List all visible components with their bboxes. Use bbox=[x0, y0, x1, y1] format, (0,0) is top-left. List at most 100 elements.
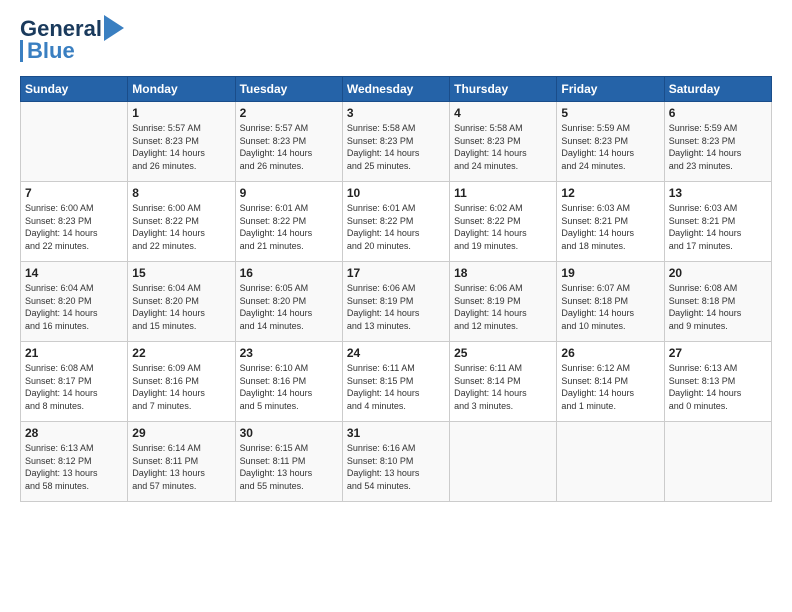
day-info: Sunrise: 6:05 AM Sunset: 8:20 PM Dayligh… bbox=[240, 282, 338, 332]
calendar-week-row: 14 Sunrise: 6:04 AM Sunset: 8:20 PM Dayli… bbox=[21, 262, 772, 342]
day-info: Sunrise: 6:02 AM Sunset: 8:22 PM Dayligh… bbox=[454, 202, 552, 252]
calendar-cell: 14 Sunrise: 6:04 AM Sunset: 8:20 PM Dayli… bbox=[21, 262, 128, 342]
day-number: 14 bbox=[25, 266, 123, 280]
day-number: 12 bbox=[561, 186, 659, 200]
calendar-cell: 1Sunrise: 5:57 AM Sunset: 8:23 PM Daylig… bbox=[128, 102, 235, 182]
calendar-cell: 22 Sunrise: 6:09 AM Sunset: 8:16 PM Dayli… bbox=[128, 342, 235, 422]
calendar-cell: 18 Sunrise: 6:06 AM Sunset: 8:19 PM Dayli… bbox=[450, 262, 557, 342]
calendar-cell: 13Sunrise: 6:03 AM Sunset: 8:21 PM Dayli… bbox=[664, 182, 771, 262]
logo-blue-bar bbox=[20, 40, 23, 62]
day-info: Sunrise: 5:59 AM Sunset: 8:23 PM Dayligh… bbox=[669, 122, 767, 172]
logo: General Blue bbox=[20, 16, 124, 64]
day-number: 20 bbox=[669, 266, 767, 280]
day-number: 26 bbox=[561, 346, 659, 360]
calendar-week-row: 21 Sunrise: 6:08 AM Sunset: 8:17 PM Dayli… bbox=[21, 342, 772, 422]
day-number: 21 bbox=[25, 346, 123, 360]
day-info: Sunrise: 6:04 AM Sunset: 8:20 PM Dayligh… bbox=[25, 282, 123, 332]
calendar-cell: 11 Sunrise: 6:02 AM Sunset: 8:22 PM Dayli… bbox=[450, 182, 557, 262]
weekday-header: Saturday bbox=[664, 77, 771, 102]
day-info: Sunrise: 5:57 AM Sunset: 8:23 PM Dayligh… bbox=[240, 122, 338, 172]
calendar-cell: 5 Sunrise: 5:59 AM Sunset: 8:23 PM Daylig… bbox=[557, 102, 664, 182]
day-number: 13 bbox=[669, 186, 767, 200]
calendar-cell: 25Sunrise: 6:11 AM Sunset: 8:14 PM Dayli… bbox=[450, 342, 557, 422]
day-info: Sunrise: 6:01 AM Sunset: 8:22 PM Dayligh… bbox=[347, 202, 445, 252]
day-info: Sunrise: 6:15 AM Sunset: 8:11 PM Dayligh… bbox=[240, 442, 338, 492]
day-info: Sunrise: 6:11 AM Sunset: 8:15 PM Dayligh… bbox=[347, 362, 445, 412]
day-number: 16 bbox=[240, 266, 338, 280]
day-number: 24 bbox=[347, 346, 445, 360]
weekday-header: Thursday bbox=[450, 77, 557, 102]
day-number: 11 bbox=[454, 186, 552, 200]
day-info: Sunrise: 6:08 AM Sunset: 8:18 PM Dayligh… bbox=[669, 282, 767, 332]
calendar-cell: 3 Sunrise: 5:58 AM Sunset: 8:23 PM Daylig… bbox=[342, 102, 449, 182]
calendar-cell: 20 Sunrise: 6:08 AM Sunset: 8:18 PM Dayli… bbox=[664, 262, 771, 342]
calendar-cell: 15 Sunrise: 6:04 AM Sunset: 8:20 PM Dayli… bbox=[128, 262, 235, 342]
day-number: 9 bbox=[240, 186, 338, 200]
calendar-cell: 10 Sunrise: 6:01 AM Sunset: 8:22 PM Dayli… bbox=[342, 182, 449, 262]
day-number: 27 bbox=[669, 346, 767, 360]
day-info: Sunrise: 6:00 AM Sunset: 8:22 PM Dayligh… bbox=[132, 202, 230, 252]
calendar-cell bbox=[557, 422, 664, 502]
day-number: 1 bbox=[132, 106, 230, 120]
calendar-cell bbox=[450, 422, 557, 502]
logo-triangle-icon bbox=[104, 15, 124, 41]
day-number: 29 bbox=[132, 426, 230, 440]
calendar-cell: 7 Sunrise: 6:00 AM Sunset: 8:23 PM Daylig… bbox=[21, 182, 128, 262]
day-number: 17 bbox=[347, 266, 445, 280]
day-info: Sunrise: 5:58 AM Sunset: 8:23 PM Dayligh… bbox=[454, 122, 552, 172]
day-number: 6 bbox=[669, 106, 767, 120]
day-info: Sunrise: 5:59 AM Sunset: 8:23 PM Dayligh… bbox=[561, 122, 659, 172]
day-info: Sunrise: 6:09 AM Sunset: 8:16 PM Dayligh… bbox=[132, 362, 230, 412]
weekday-header: Monday bbox=[128, 77, 235, 102]
calendar-cell: 31 Sunrise: 6:16 AM Sunset: 8:10 PM Dayli… bbox=[342, 422, 449, 502]
day-number: 28 bbox=[25, 426, 123, 440]
calendar-cell: 2 Sunrise: 5:57 AM Sunset: 8:23 PM Daylig… bbox=[235, 102, 342, 182]
day-info: Sunrise: 6:16 AM Sunset: 8:10 PM Dayligh… bbox=[347, 442, 445, 492]
logo-blue-text: Blue bbox=[27, 38, 75, 64]
calendar-cell: 12 Sunrise: 6:03 AM Sunset: 8:21 PM Dayli… bbox=[557, 182, 664, 262]
day-number: 10 bbox=[347, 186, 445, 200]
day-number: 31 bbox=[347, 426, 445, 440]
calendar-cell: 24 Sunrise: 6:11 AM Sunset: 8:15 PM Dayli… bbox=[342, 342, 449, 422]
day-info: Sunrise: 6:06 AM Sunset: 8:19 PM Dayligh… bbox=[454, 282, 552, 332]
calendar-cell: 29 Sunrise: 6:14 AM Sunset: 8:11 PM Dayli… bbox=[128, 422, 235, 502]
calendar-cell: 4 Sunrise: 5:58 AM Sunset: 8:23 PM Daylig… bbox=[450, 102, 557, 182]
calendar-cell: 21 Sunrise: 6:08 AM Sunset: 8:17 PM Dayli… bbox=[21, 342, 128, 422]
calendar-week-row: 7 Sunrise: 6:00 AM Sunset: 8:23 PM Daylig… bbox=[21, 182, 772, 262]
day-info: Sunrise: 6:00 AM Sunset: 8:23 PM Dayligh… bbox=[25, 202, 123, 252]
day-number: 7 bbox=[25, 186, 123, 200]
calendar-cell: 30Sunrise: 6:15 AM Sunset: 8:11 PM Dayli… bbox=[235, 422, 342, 502]
day-number: 18 bbox=[454, 266, 552, 280]
day-info: Sunrise: 6:08 AM Sunset: 8:17 PM Dayligh… bbox=[25, 362, 123, 412]
calendar-cell: 9 Sunrise: 6:01 AM Sunset: 8:22 PM Daylig… bbox=[235, 182, 342, 262]
day-number: 3 bbox=[347, 106, 445, 120]
day-info: Sunrise: 6:14 AM Sunset: 8:11 PM Dayligh… bbox=[132, 442, 230, 492]
calendar-cell: 26 Sunrise: 6:12 AM Sunset: 8:14 PM Dayli… bbox=[557, 342, 664, 422]
calendar-cell: 6 Sunrise: 5:59 AM Sunset: 8:23 PM Daylig… bbox=[664, 102, 771, 182]
day-info: Sunrise: 6:03 AM Sunset: 8:21 PM Dayligh… bbox=[561, 202, 659, 252]
day-info: Sunrise: 6:13 AM Sunset: 8:12 PM Dayligh… bbox=[25, 442, 123, 492]
day-number: 2 bbox=[240, 106, 338, 120]
day-number: 5 bbox=[561, 106, 659, 120]
day-info: Sunrise: 6:12 AM Sunset: 8:14 PM Dayligh… bbox=[561, 362, 659, 412]
weekday-header: Friday bbox=[557, 77, 664, 102]
header: General Blue bbox=[20, 16, 772, 64]
day-number: 22 bbox=[132, 346, 230, 360]
calendar-cell: 28 Sunrise: 6:13 AM Sunset: 8:12 PM Dayli… bbox=[21, 422, 128, 502]
day-info: Sunrise: 6:01 AM Sunset: 8:22 PM Dayligh… bbox=[240, 202, 338, 252]
calendar-cell: 27Sunrise: 6:13 AM Sunset: 8:13 PM Dayli… bbox=[664, 342, 771, 422]
day-number: 23 bbox=[240, 346, 338, 360]
calendar-cell: 16 Sunrise: 6:05 AM Sunset: 8:20 PM Dayli… bbox=[235, 262, 342, 342]
day-info: Sunrise: 6:10 AM Sunset: 8:16 PM Dayligh… bbox=[240, 362, 338, 412]
day-number: 4 bbox=[454, 106, 552, 120]
calendar-cell bbox=[21, 102, 128, 182]
calendar-week-row: 28 Sunrise: 6:13 AM Sunset: 8:12 PM Dayli… bbox=[21, 422, 772, 502]
day-number: 15 bbox=[132, 266, 230, 280]
calendar-body: 1 Sunrise: 5:57 AM Sunset: 8:23 PM Daylig… bbox=[21, 102, 772, 502]
day-info: Sunrise: 6:04 AM Sunset: 8:20 PM Dayligh… bbox=[132, 282, 230, 332]
day-info: Sunrise: 6:11 AM Sunset: 8:14 PM Dayligh… bbox=[454, 362, 552, 412]
calendar-table: SundayMondayTuesdayWednesdayThursdayFrid… bbox=[20, 76, 772, 502]
calendar-cell: 8Sunrise: 6:00 AM Sunset: 8:22 PM Daylig… bbox=[128, 182, 235, 262]
day-number: 19 bbox=[561, 266, 659, 280]
day-info: Sunrise: 5:58 AM Sunset: 8:23 PM Dayligh… bbox=[347, 122, 445, 172]
